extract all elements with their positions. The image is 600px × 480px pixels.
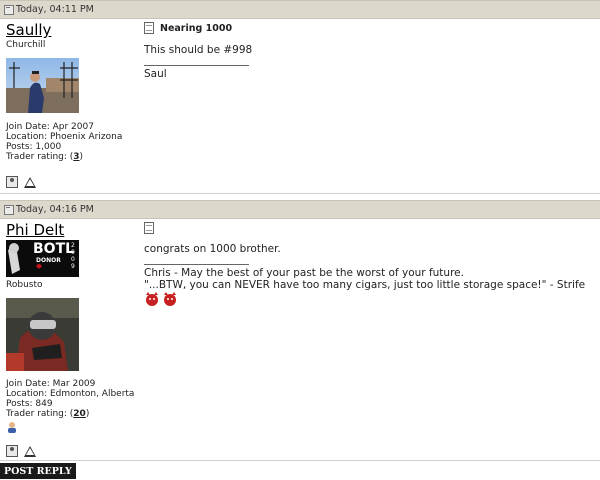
post-document-icon [144,22,154,34]
user-title: Robusto [6,280,43,290]
join-date: Join Date: Mar 2009 [6,379,96,389]
location: Location: Edmonton, Alberta [6,389,135,399]
signature-divider [144,264,249,265]
post-document-icon [144,222,154,234]
post-title-row: Nearing 1000 [144,22,594,34]
devil-smiley-icon [144,292,180,306]
post-2: Today, 04:16 PM Phi Delt BOTL DONOR 2009… [0,200,600,461]
user-title: Churchill [6,40,46,50]
post-icon [4,4,14,15]
signature-line: "...BTW, you can NEVER have too many cig… [144,279,586,291]
badge-year: 2009 [71,242,75,270]
post-title: Nearing 1000 [160,22,233,34]
username-link[interactable]: Saully [6,22,122,39]
post-message: This should be #998 [144,44,253,56]
post-icon [4,204,14,215]
trader-rating-link[interactable]: 20 [73,409,86,419]
trader-rating: Trader rating: (3) [6,152,84,162]
post-count: Posts: 849 [6,399,53,409]
botl-donor-badge: BOTL DONOR 2009 [6,240,79,277]
report-post-icon[interactable] [24,446,36,457]
post-header: Today, 04:11 PM [0,0,600,19]
post-timestamp: Today, 04:11 PM [16,4,94,15]
signature-line: Saul [144,68,167,80]
avatar[interactable] [6,58,79,113]
join-date: Join Date: Apr 2007 [6,122,94,132]
report-post-icon[interactable] [24,177,36,188]
post-reply-button[interactable]: POST REPLY [0,463,76,479]
post-header: Today, 04:16 PM [0,200,600,219]
post-message: congrats on 1000 brother. [144,243,281,255]
post-1: Today, 04:11 PM Saully Churchill Join Da… [0,0,600,194]
user-profile-icon[interactable] [6,176,18,188]
username-link[interactable]: Phi Delt [6,222,134,239]
trader-rating: Trader rating: (20) [6,409,90,419]
badge-subtitle: DONOR [36,257,61,264]
signature-line: Chris - May the best of your past be the… [144,267,464,279]
user-profile-icon[interactable] [6,445,18,457]
user-status-icon [6,421,18,433]
badge-title: BOTL [33,241,75,257]
location: Location: Phoenix Arizona [6,132,123,142]
avatar[interactable] [6,298,79,371]
signature-divider [144,65,249,66]
post-title-row [144,222,594,234]
post-count: Posts: 1,000 [6,142,62,152]
post-timestamp: Today, 04:16 PM [16,204,94,215]
